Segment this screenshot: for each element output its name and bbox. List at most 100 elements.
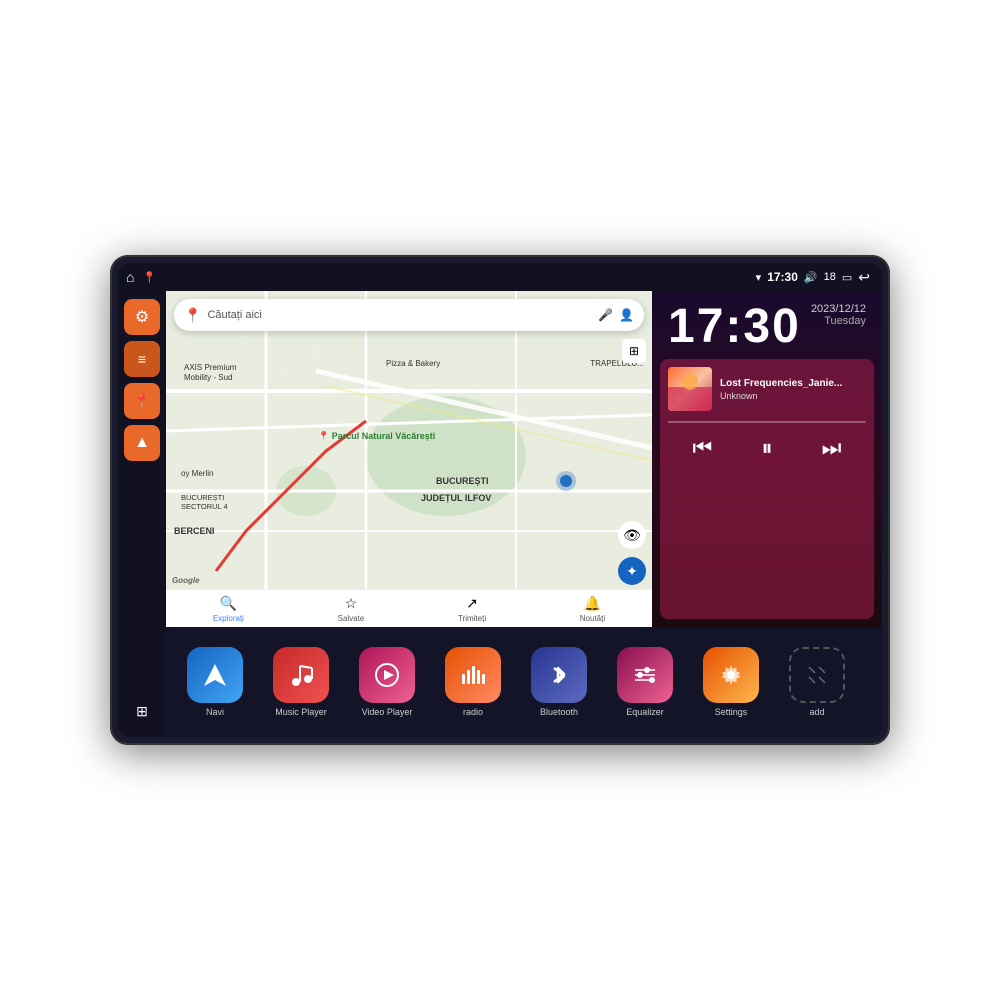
prev-button[interactable]: ⏮ [689,431,717,465]
map-searchbar[interactable]: 📍 Căutați aici 🎤 👤 [174,299,644,331]
back-icon[interactable]: ↩ [858,269,870,286]
map-nav-share[interactable]: ↗ Trimiteți [458,595,486,623]
music-meta: Lost Frequencies_Janie... Unknown [720,378,866,401]
music-progress-bar[interactable] [668,421,866,423]
music-label: Music Player [275,707,327,717]
map-label-ilfov: JUDEȚUL ILFOV [421,493,491,503]
eq-icon-img [617,647,673,703]
map-svg [166,291,652,627]
music-info: Lost Frequencies_Janie... Unknown [668,367,866,411]
pause-button[interactable]: ⏸ [757,431,776,465]
location-icon: 📍 [133,393,150,410]
equalizer-app-icon[interactable]: Equalizer [604,647,686,717]
video-icon-img [359,647,415,703]
next-button[interactable]: ⏭ [818,431,846,465]
wifi-icon: ▾ [756,271,762,284]
share-icon: ↗ [466,595,478,612]
map-label-axis: AXIS PremiumMobility - Sud [184,363,236,384]
account-icon[interactable]: 👤 [619,308,634,322]
map-label-merlin: oy Merlin [181,469,213,478]
navi-label: Navi [206,707,224,717]
settings-app-icon[interactable]: Settings [690,647,772,717]
clock-date-value: 2023/12/12 [811,303,866,315]
explore-icon: 🔍 [220,595,237,612]
map-container[interactable]: 📍 Căutați aici 🎤 👤 AXIS PremiumMobility … [166,291,652,627]
status-time: 17:30 [767,270,798,284]
map-background: 📍 Căutați aici 🎤 👤 AXIS PremiumMobility … [166,291,652,627]
map-icon[interactable]: 📍 [142,271,156,284]
left-sidebar: ⚙ ≡ 📍 ▲ ⊞ [118,291,166,737]
settings-label: Settings [715,707,748,717]
status-bar: ⌂ 📍 ▾ 17:30 🔊 18 ▭ ↩ [118,263,882,291]
saved-label: Salvate [338,614,365,623]
map-nav-saved[interactable]: ☆ Salvate [338,595,365,623]
bluetooth-app-icon[interactable]: Bluetooth [518,647,600,717]
news-label: Noutăți [580,614,605,623]
menu-icon: ≡ [138,351,146,367]
music-artist: Unknown [720,391,866,401]
map-label-park: 📍 Parcul Natural Văcărești [318,431,435,442]
map-bottom-bar: 🔍 Explorați ☆ Salvate ↗ Trimiteți [166,589,652,627]
equalizer-label: Equalizer [626,707,664,717]
add-icon-img [789,647,845,703]
radio-label: radio [463,707,483,717]
map-layers-btn[interactable]: ⊞ [622,339,646,363]
navigate-icon: ▲ [134,434,150,452]
map-label-berceni: BERCENI [174,526,215,536]
top-content: 📍 Căutați aici 🎤 👤 AXIS PremiumMobility … [166,291,882,627]
battery-level: 18 [824,271,836,283]
google-maps-icon: 📍 [184,307,201,324]
volume-icon: 🔊 [804,271,818,284]
share-label: Trimiteți [458,614,486,623]
map-nav-news[interactable]: 🔔 Noutăți [580,595,605,623]
map-label-bucuresti: BUCUREȘTI [436,476,489,486]
sidebar-nav-btn[interactable]: ▲ [124,425,160,461]
map-label-pizza: Pizza & Bakery [386,359,440,368]
map-nav-explore[interactable]: 🔍 Explorați [213,595,244,623]
sidebar-apps-btn[interactable]: ⊞ [124,693,160,729]
add-label: add [809,707,824,717]
mic-icon[interactable]: 🎤 [598,308,613,322]
navi-app-icon[interactable]: Navi [174,647,256,717]
device-screen: ⌂ 📍 ▾ 17:30 🔊 18 ▭ ↩ ⚙ ≡ [118,263,882,737]
explore-label: Explorați [213,614,244,623]
music-icon-img [273,647,329,703]
sidebar-menu-btn[interactable]: ≡ [124,341,160,377]
google-logo: Google [172,576,200,585]
map-label-sector4: BUCUREȘTISECTORUL 4 [181,493,228,511]
saved-icon: ☆ [345,595,358,612]
sidebar-maps-btn[interactable]: 📍 [124,383,160,419]
status-left: ⌂ 📍 [126,269,156,285]
sidebar-settings-btn[interactable]: ⚙ [124,299,160,335]
clock-area: 17:30 2023/12/12 Tuesday [652,291,882,359]
search-placeholder[interactable]: Căutați aici [207,309,592,321]
music-app-icon[interactable]: Music Player [260,647,342,717]
map-eye-btn[interactable]: 👁 [618,521,646,549]
video-label: Video Player [362,707,413,717]
bluetooth-label: Bluetooth [540,707,578,717]
clock-display: 17:30 [668,303,801,351]
clock-date: 2023/12/12 Tuesday [811,303,866,327]
radio-app-icon[interactable]: radio [432,647,514,717]
bottom-apps: Navi Music Player [166,627,882,737]
settings-icon-img [703,647,759,703]
music-title: Lost Frequencies_Janie... [720,378,866,389]
status-right: ▾ 17:30 🔊 18 ▭ ↩ [756,269,870,286]
radio-icon-img [445,647,501,703]
content-area: 📍 Căutați aici 🎤 👤 AXIS PremiumMobility … [166,291,882,737]
gear-icon: ⚙ [135,307,149,327]
clock-day-value: Tuesday [811,315,866,327]
video-app-icon[interactable]: Video Player [346,647,428,717]
music-player: Lost Frequencies_Janie... Unknown ⏮ ⏸ ⏭ [660,359,874,619]
map-location-btn[interactable]: ✦ [618,557,646,585]
navi-icon-img [187,647,243,703]
album-art [668,367,712,411]
music-controls: ⏮ ⏸ ⏭ [668,431,866,465]
device: ⌂ 📍 ▾ 17:30 🔊 18 ▭ ↩ ⚙ ≡ [110,255,890,745]
right-panel: 17:30 2023/12/12 Tuesday [652,291,882,627]
add-app-icon[interactable]: add [776,647,858,717]
news-icon: 🔔 [584,595,601,612]
home-icon[interactable]: ⌂ [126,269,134,285]
bluetooth-icon-img [531,647,587,703]
main-area: ⚙ ≡ 📍 ▲ ⊞ [118,291,882,737]
